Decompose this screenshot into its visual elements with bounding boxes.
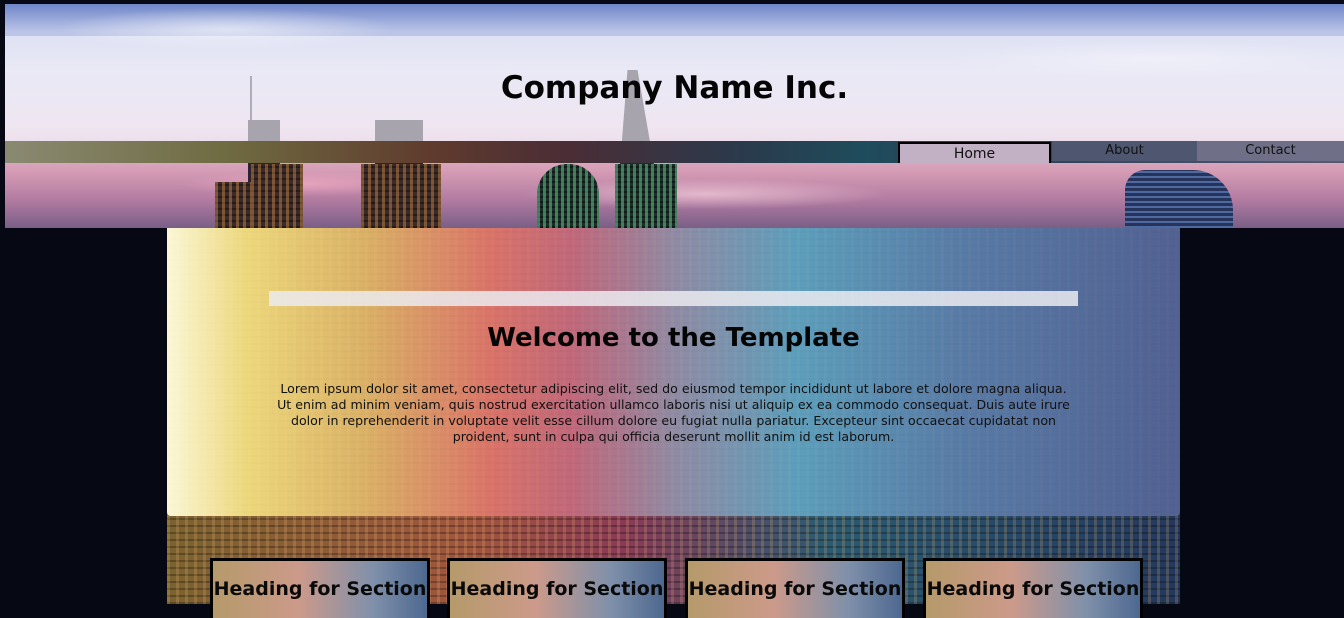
header-banner: Company Name Inc. Home About Contact xyxy=(5,4,1344,228)
nav-about-link[interactable]: About xyxy=(1052,141,1197,161)
skyline-building xyxy=(215,182,253,228)
nav-bar: Home About Contact xyxy=(5,141,1344,163)
section-heading: Heading for Section xyxy=(926,578,1140,600)
skyline-walkie-talkie xyxy=(1125,170,1233,228)
hero-title: Welcome to the Template xyxy=(487,323,860,353)
hero-divider-bar xyxy=(269,291,1078,306)
section-heading: Heading for Section xyxy=(213,578,427,600)
section-card-3[interactable]: Heading for Section xyxy=(685,558,905,618)
nav-home-link[interactable]: Home xyxy=(898,142,1051,163)
skyline-building xyxy=(615,164,677,228)
hero-panel xyxy=(167,228,1180,516)
skyline-building xyxy=(361,164,441,228)
company-name: Company Name Inc. xyxy=(500,70,849,106)
section-heading: Heading for Section xyxy=(688,578,902,600)
skyline-building xyxy=(251,164,303,228)
section-card-4[interactable]: Heading for Section xyxy=(923,558,1143,618)
skyline-gherkin xyxy=(537,164,599,228)
section-heading: Heading for Section xyxy=(450,578,664,600)
section-card-2[interactable]: Heading for Section xyxy=(447,558,667,618)
nav-contact-link[interactable]: Contact xyxy=(1197,141,1344,161)
hero-body-text: Lorem ipsum dolor sit amet, consectetur … xyxy=(277,381,1070,444)
section-card-1[interactable]: Heading for Section xyxy=(210,558,430,618)
